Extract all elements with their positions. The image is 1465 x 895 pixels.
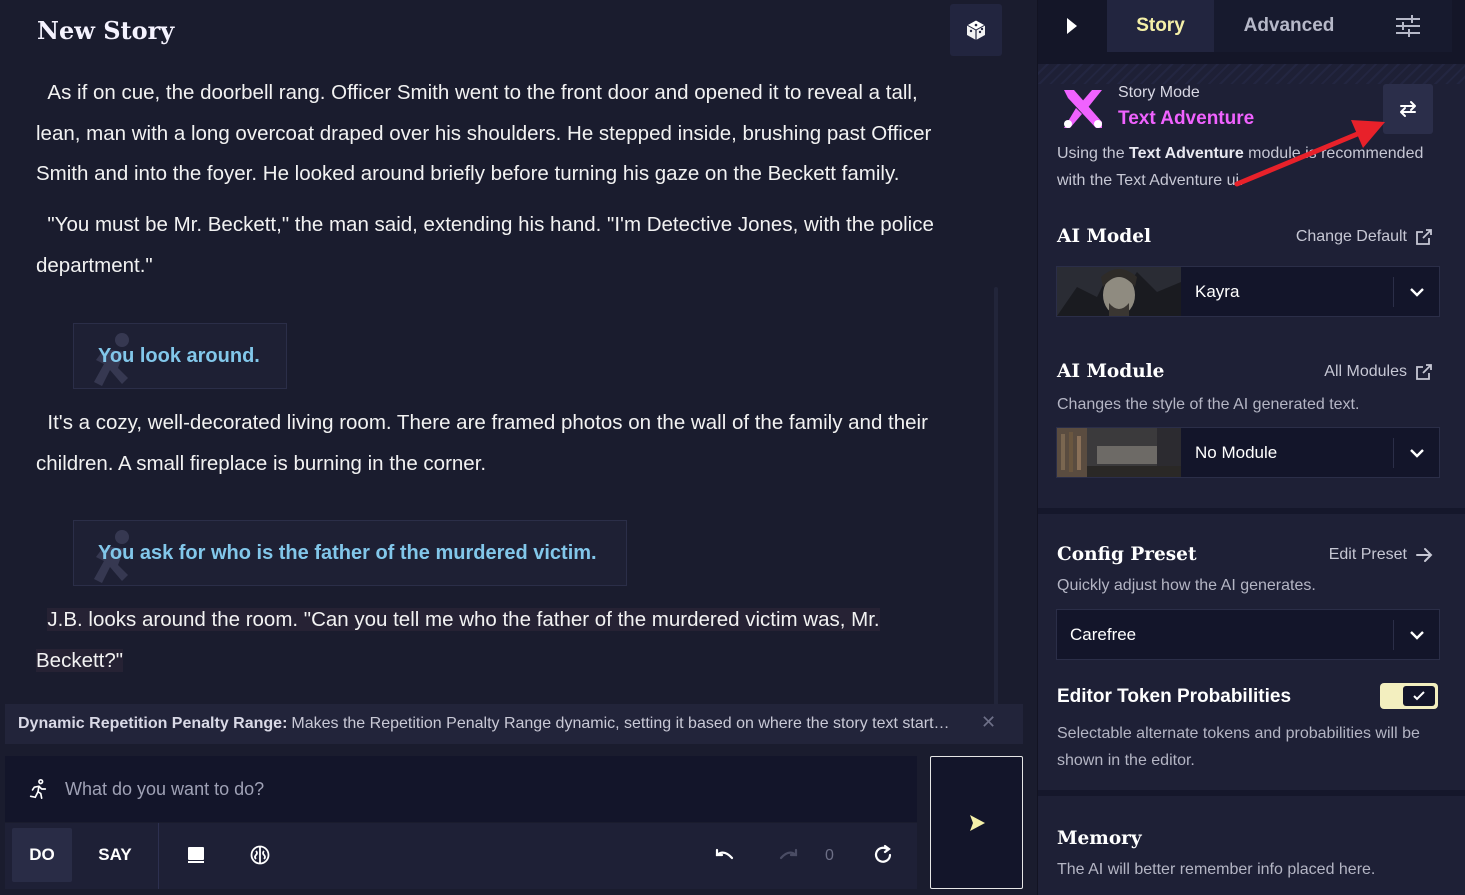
memory-title: Memory	[1057, 828, 1142, 849]
check-icon	[1403, 686, 1435, 706]
tip-label: Dynamic Repetition Penalty Range:	[18, 715, 288, 732]
tab-advanced[interactable]: Advanced	[1214, 0, 1364, 52]
desc-bold: Text Adventure	[1129, 145, 1244, 162]
edit-preset-label: Edit Preset	[1328, 546, 1407, 563]
chevron-down-icon	[1393, 619, 1439, 650]
ai-module-value: No Module	[1195, 442, 1278, 462]
player-action[interactable]: You look around.	[73, 323, 287, 389]
redo-count: 0	[825, 847, 834, 864]
toolbar-divider	[158, 823, 159, 889]
action-input-box	[5, 756, 917, 822]
config-preset-value: Carefree	[1070, 624, 1137, 644]
retry-icon	[874, 844, 892, 863]
undo-button[interactable]	[709, 840, 739, 870]
story-scrollbar[interactable]	[994, 287, 998, 707]
player-action-text: You ask for who is the father of the mur…	[98, 541, 597, 564]
ai-model-value: Kayra	[1195, 281, 1240, 301]
token-probabilities-description: Selectable alternate tokens and probabil…	[1057, 725, 1420, 769]
story-paragraph[interactable]: It's a cozy, well-decorated living room.…	[36, 403, 966, 484]
all-modules-link[interactable]: All Modules	[1324, 363, 1433, 381]
play-icon	[1067, 18, 1077, 34]
section-divider	[1038, 790, 1465, 796]
config-preset-title: Config Preset	[1057, 544, 1197, 565]
text-adventure-icon	[1064, 90, 1102, 128]
ai-module-description: Changes the style of the AI generated te…	[1057, 396, 1360, 413]
token-probabilities-toggle[interactable]	[1380, 683, 1438, 709]
story-mode-button[interactable]	[181, 840, 211, 870]
story-paragraph[interactable]: As if on cue, the doorbell rang. Officer…	[36, 73, 966, 195]
brain-icon	[250, 845, 270, 865]
edit-preset-link[interactable]: Edit Preset	[1329, 546, 1433, 564]
ai-module-title: AI Module	[1057, 361, 1165, 382]
player-action-text: You look around.	[98, 344, 260, 367]
divider	[1038, 64, 1465, 84]
random-button[interactable]	[950, 4, 1002, 56]
book-icon	[188, 847, 204, 863]
chevron-down-icon	[1393, 276, 1439, 307]
story-paragraph-text: It's a cozy, well-decorated living room.…	[36, 411, 928, 475]
player-action[interactable]: You ask for who is the father of the mur…	[73, 520, 627, 586]
token-probabilities-title: Editor Token Probabilities	[1057, 686, 1292, 707]
external-link-icon	[1416, 229, 1432, 245]
do-mode-button[interactable]: DO	[12, 828, 72, 882]
story-title[interactable]: New Story	[37, 16, 174, 45]
config-preset-description: Quickly adjust how the AI generates.	[1057, 577, 1316, 594]
chevron-down-icon	[1393, 437, 1439, 468]
ai-model-select[interactable]: Kayra	[1056, 266, 1440, 317]
annotation-arrow	[1234, 120, 1385, 187]
ai-module-image	[1057, 428, 1181, 477]
redo-button[interactable]	[774, 840, 804, 870]
redo-icon	[779, 848, 798, 860]
tab-settings[interactable]	[1364, 0, 1452, 52]
retry-button[interactable]	[868, 840, 898, 870]
story-paragraph-text: "You must be Mr. Beckett," the man said,…	[36, 213, 934, 277]
ai-model-title: AI Model	[1057, 226, 1151, 247]
ai-model-image	[1057, 267, 1181, 316]
change-default-link[interactable]: Change Default	[1296, 228, 1433, 246]
undo-icon	[715, 848, 734, 860]
tab-story[interactable]: Story	[1107, 0, 1214, 52]
say-mode-button[interactable]: SAY	[83, 828, 147, 882]
swap-icon	[1400, 101, 1416, 117]
story-paragraph[interactable]: "You must be Mr. Beckett," the man said,…	[36, 205, 966, 286]
ai-module-select[interactable]: No Module	[1056, 427, 1440, 478]
change-default-label: Change Default	[1295, 228, 1407, 245]
send-button[interactable]	[930, 756, 1023, 889]
tip-bar: Dynamic Repetition Penalty Range: Makes …	[5, 704, 1023, 744]
all-modules-label: All Modules	[1324, 363, 1407, 380]
sliders-icon	[1396, 15, 1420, 37]
action-input[interactable]	[65, 778, 865, 800]
tip-text: Makes the Repetition Penalty Range dynam…	[291, 715, 950, 732]
external-link-icon	[1416, 364, 1432, 380]
story-mode-label: Story Mode	[1118, 84, 1200, 101]
story-paragraph-text: J.B. looks around the room. "Can you tel…	[36, 608, 880, 672]
section-divider	[1038, 508, 1465, 514]
send-icon	[969, 814, 985, 831]
running-person-icon	[29, 779, 47, 799]
settings-sidebar: Story Advanced Story Mode Text Adventure…	[1037, 0, 1465, 895]
memory-description: The AI will better remember info placed …	[1057, 861, 1376, 878]
story-paragraph-text: As if on cue, the doorbell rang. Officer…	[36, 81, 932, 185]
close-icon[interactable]: ✕	[981, 712, 996, 733]
brain-button[interactable]	[245, 840, 275, 870]
collapse-sidebar-button[interactable]	[1048, 0, 1096, 52]
desc-prefix: Using the	[1057, 145, 1130, 162]
story-area: New Story As if on cue, the doorbell ran…	[0, 0, 1036, 895]
story-paragraph[interactable]: J.B. looks around the room. "Can you tel…	[36, 600, 966, 681]
config-preset-select[interactable]: Carefree	[1056, 609, 1440, 660]
dice-icon	[965, 19, 987, 40]
input-toolbar: DO SAY 0	[5, 823, 917, 889]
arrow-right-icon	[1416, 548, 1433, 562]
sidebar-tabs: Story Advanced	[1038, 0, 1465, 64]
